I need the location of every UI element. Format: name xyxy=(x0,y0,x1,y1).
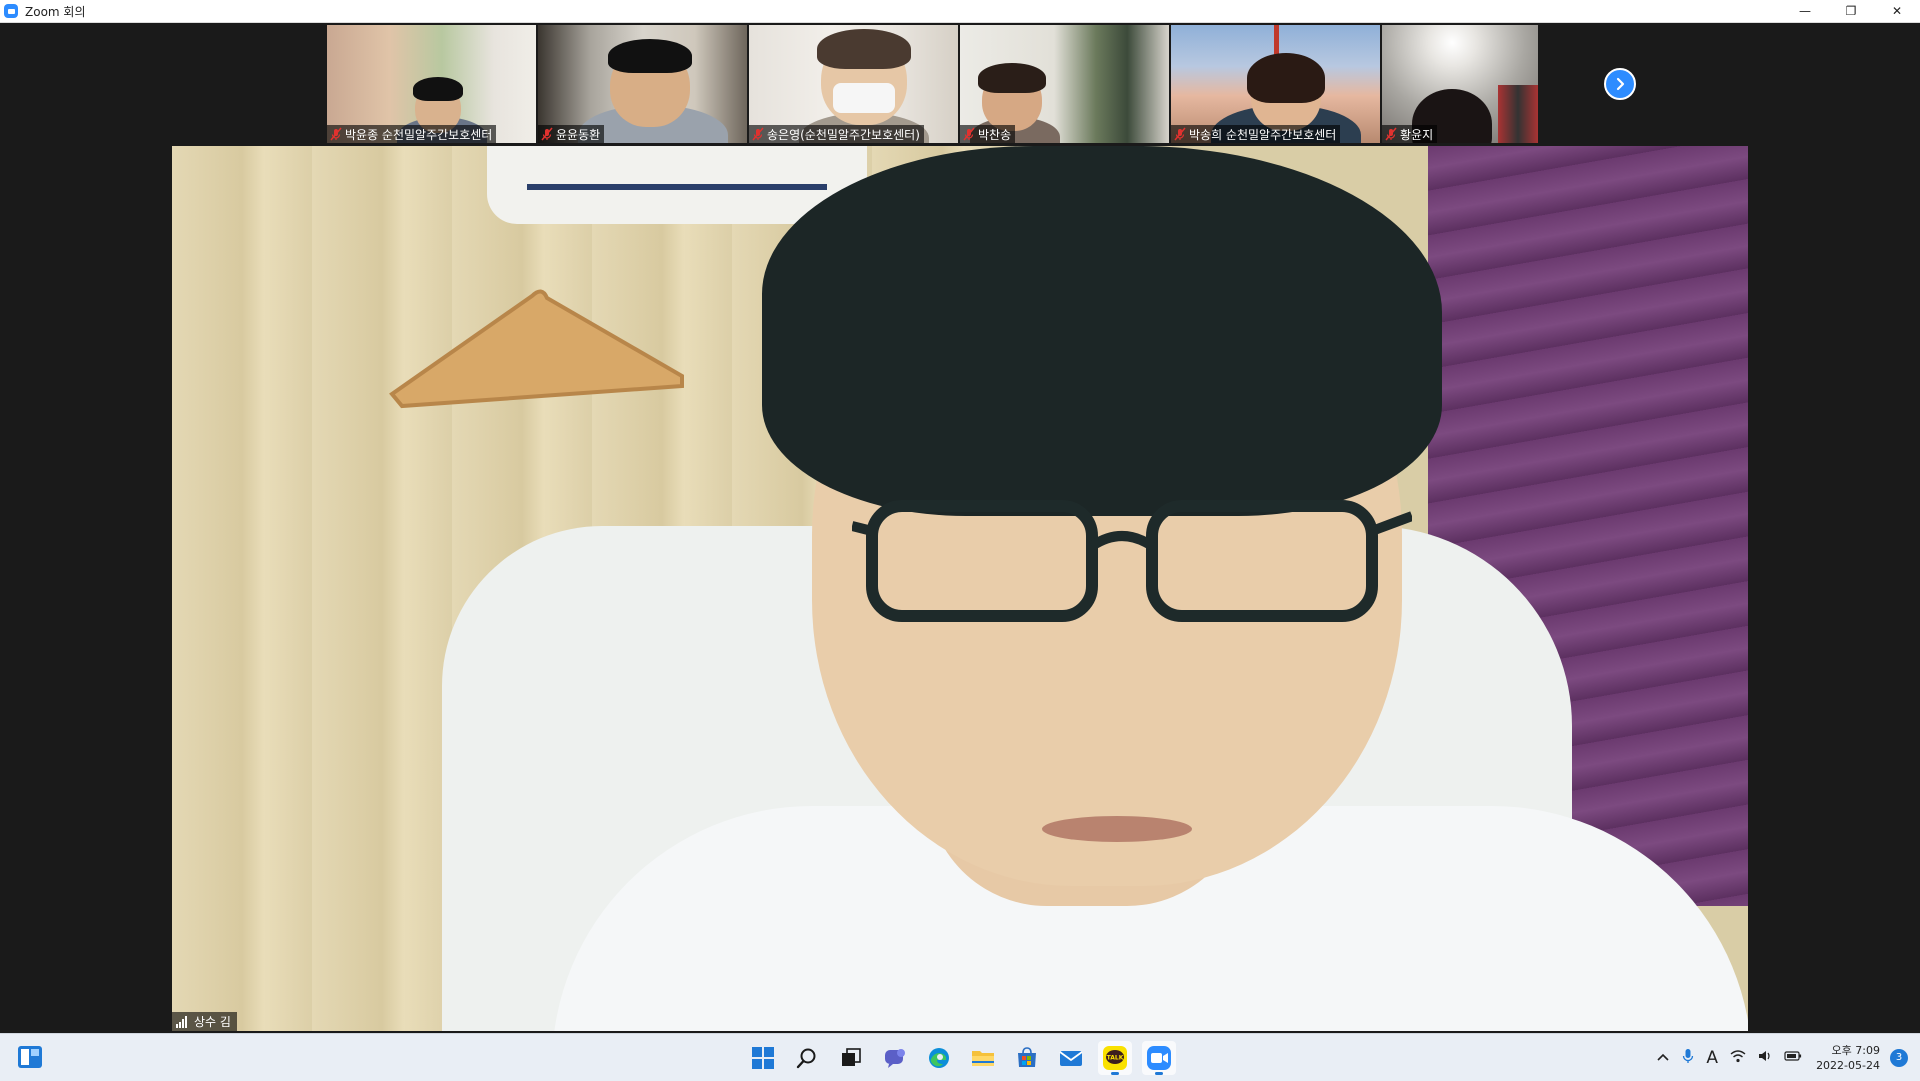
coat-hanger xyxy=(389,289,684,409)
active-speaker-label: 상수 김 xyxy=(172,1012,237,1031)
active-speaker-name: 상수 김 xyxy=(194,1015,231,1029)
participant-name-bar: 윤윤동환 xyxy=(538,125,605,143)
active-speaker-video[interactable] xyxy=(172,146,1748,1031)
hair xyxy=(762,146,1442,516)
taskbar-apps: TALK xyxy=(746,1041,1176,1075)
system-tray: A 오후 7:09 2022-05-24 3 xyxy=(1650,1034,1920,1081)
mic-muted-icon xyxy=(540,127,554,141)
participant-tile[interactable]: 박윤종 순천밀알주간보호센터 xyxy=(327,25,536,143)
store-icon[interactable] xyxy=(1010,1041,1044,1075)
participant-name: 송은영(순천밀알주간보호센터) xyxy=(767,127,920,142)
notification-badge[interactable]: 3 xyxy=(1890,1048,1908,1067)
volume-icon[interactable] xyxy=(1758,1049,1772,1067)
wifi-icon[interactable] xyxy=(1730,1049,1746,1067)
clock-date: 2022-05-24 xyxy=(1816,1058,1880,1072)
widgets-icon[interactable] xyxy=(18,1046,42,1068)
mic-muted-icon xyxy=(1384,127,1398,141)
participant-tile[interactable]: 박송희 순천밀알주간보호센터 xyxy=(1171,25,1380,143)
clothes-rack xyxy=(1498,85,1538,143)
participant-name-bar: 박윤종 순천밀알주간보호센터 xyxy=(327,125,497,143)
zoom-app-icon xyxy=(4,4,18,18)
kakaotalk-label: TALK xyxy=(1107,1055,1124,1062)
participant-name: 윤윤동환 xyxy=(556,127,601,142)
clock-time: 오후 7:09 xyxy=(1831,1043,1880,1057)
participant-name: 박윤종 순천밀알주간보호센터 xyxy=(345,127,493,142)
participant-name-bar: 황윤지 xyxy=(1382,125,1438,143)
eyeglasses xyxy=(852,500,1412,622)
window-title: Zoom 회의 xyxy=(25,4,86,19)
search-icon[interactable] xyxy=(790,1041,824,1075)
clock[interactable]: 오후 7:09 2022-05-24 xyxy=(1816,1043,1880,1073)
mic-muted-icon xyxy=(751,127,765,141)
participant-name: 박송희 순천밀알주간보호센터 xyxy=(1189,127,1337,142)
mic-muted-icon xyxy=(1173,127,1187,141)
kakaotalk-icon[interactable]: TALK xyxy=(1098,1041,1132,1075)
file-explorer-icon[interactable] xyxy=(966,1041,1000,1075)
minimize-button[interactable]: — xyxy=(1782,0,1828,22)
restore-button[interactable]: ❐ xyxy=(1828,0,1874,22)
participant-name: 황윤지 xyxy=(1400,127,1434,142)
signal-strength-icon xyxy=(176,1015,190,1028)
mouth xyxy=(1042,816,1192,842)
mic-muted-icon xyxy=(329,127,343,141)
chevron-right-icon xyxy=(1616,77,1625,91)
next-page-button[interactable] xyxy=(1604,68,1636,100)
taskbar: TALK A 오후 7:09 2022-05-24 3 xyxy=(0,1033,1920,1081)
title-bar: Zoom 회의 — ❐ ✕ xyxy=(0,0,1920,23)
face-mask xyxy=(833,83,895,113)
microphone-icon[interactable] xyxy=(1682,1048,1694,1068)
participant-name-bar: 송은영(순천밀알주간보호센터) xyxy=(749,125,924,143)
participant-name-bar: 박찬송 xyxy=(960,125,1016,143)
participant-name: 박찬송 xyxy=(978,127,1012,142)
input-method-indicator[interactable]: A xyxy=(1706,1048,1718,1068)
task-view-icon[interactable] xyxy=(834,1041,868,1075)
participant-name-bar: 박송희 순천밀알주간보호센터 xyxy=(1171,125,1341,143)
battery-icon[interactable] xyxy=(1784,1050,1802,1066)
participant-tile[interactable]: 황윤지 xyxy=(1382,25,1538,143)
close-button[interactable]: ✕ xyxy=(1874,0,1920,22)
window-controls: — ❐ ✕ xyxy=(1782,0,1920,22)
participant-tile[interactable]: 송은영(순천밀알주간보호센터) xyxy=(749,25,958,143)
edge-icon[interactable] xyxy=(922,1041,956,1075)
chevron-up-icon[interactable] xyxy=(1656,1050,1670,1066)
zoom-icon[interactable] xyxy=(1142,1041,1176,1075)
mail-icon[interactable] xyxy=(1054,1041,1088,1075)
chat-icon[interactable] xyxy=(878,1041,912,1075)
participant-tile[interactable]: 박찬송 xyxy=(960,25,1169,143)
mic-muted-icon xyxy=(962,127,976,141)
participant-strip: 박윤종 순천밀알주간보호센터 윤윤동환 송은영(순천밀알주간보호센터) 박찬송 … xyxy=(327,25,1538,143)
windows-start-icon[interactable] xyxy=(746,1041,780,1075)
participant-tile[interactable]: 윤윤동환 xyxy=(538,25,747,143)
